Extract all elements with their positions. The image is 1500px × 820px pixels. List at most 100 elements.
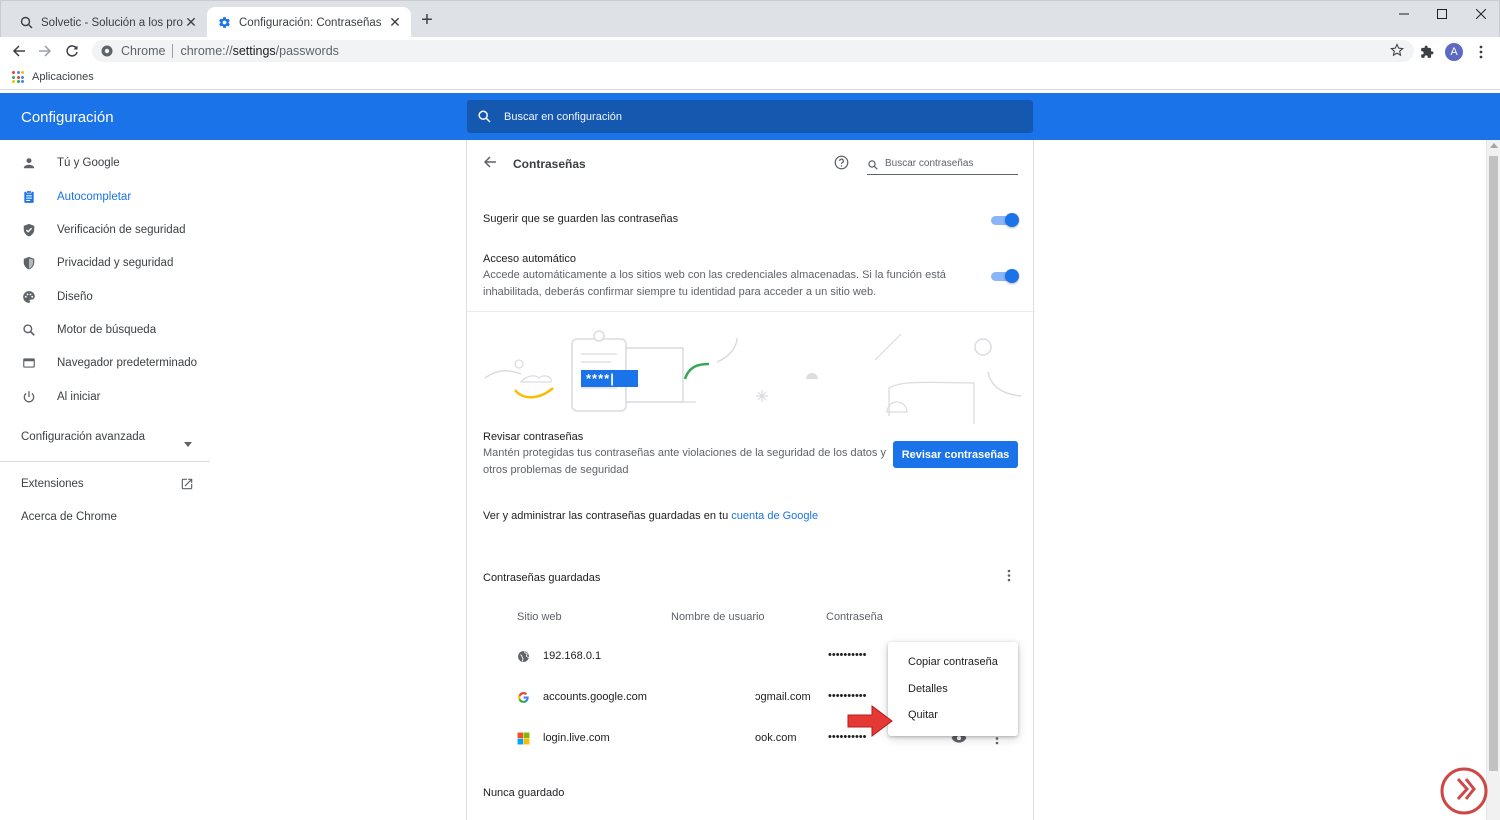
chip-separator — [172, 44, 174, 58]
page-title: Configuración — [21, 109, 114, 126]
bookmarks-bar: Aplicaciones — [0, 65, 1500, 90]
globe-icon — [517, 650, 530, 663]
account-line-text: Ver y administrar las contraseñas guarda… — [483, 510, 732, 522]
gear-icon — [217, 16, 231, 30]
check-description: Mantén protegidas tus contraseñas ante v… — [483, 447, 886, 476]
offer-save-toggle[interactable] — [991, 213, 1019, 227]
row-user: ook.com — [755, 732, 797, 744]
never-saved-title: Nunca guardado — [483, 787, 565, 799]
sidebar-item-label: Al iniciar — [57, 390, 101, 403]
open-in-new-icon[interactable] — [180, 477, 194, 494]
sidebar-extensions-label: Extensiones — [21, 478, 84, 490]
site-chip: Chrome — [121, 44, 166, 58]
saved-passwords-title: Contraseñas guardadas — [483, 572, 601, 584]
reload-icon[interactable] — [63, 42, 81, 60]
search-icon — [478, 109, 492, 124]
tab-settings-passwords[interactable]: Configuración: Contraseñas ✕ — [207, 7, 411, 38]
back-arrow-icon[interactable] — [483, 155, 499, 171]
extensions-puzzle-icon[interactable] — [1418, 43, 1436, 61]
help-icon[interactable] — [834, 155, 850, 171]
more-vert-icon[interactable] — [1472, 43, 1490, 61]
sidebar-item-safety-check[interactable]: Verificación de seguridad — [0, 213, 210, 246]
check-title: Revisar contraseñas — [483, 431, 584, 443]
column-header-site: Sitio web — [517, 611, 562, 623]
settings-search-input[interactable]: Buscar en configuración — [467, 100, 1033, 133]
shield-check-icon — [20, 221, 38, 239]
close-tab-icon[interactable]: ✕ — [183, 14, 199, 31]
sidebar-item-search-engine[interactable]: Motor de búsqueda — [0, 313, 210, 346]
sidebar-item-default-browser[interactable]: Navegador predeterminado — [0, 346, 210, 379]
row-site: login.live.com — [543, 732, 610, 744]
menu-item-remove[interactable]: Quitar — [888, 702, 1018, 728]
tab-solvetic[interactable]: Solvetic - Solución a los problem ✕ — [9, 7, 207, 38]
person-icon — [20, 154, 38, 172]
search-icon — [868, 158, 879, 170]
sidebar-item-privacy[interactable]: Privacidad y seguridad — [0, 246, 210, 279]
column-header-password: Contraseña — [826, 611, 883, 623]
browser-icon — [20, 354, 38, 372]
toggle-knob — [1005, 213, 1019, 227]
profile-avatar[interactable]: A — [1445, 43, 1463, 61]
sidebar-item-you-and-google[interactable]: Tú y Google — [0, 146, 210, 179]
palette-icon — [20, 288, 38, 306]
search-icon — [20, 321, 38, 339]
auto-signin-label: Acceso automático — [483, 253, 576, 265]
sidebar-item-label: Diseño — [57, 290, 93, 303]
section-title: Contraseñas — [513, 157, 586, 171]
password-context-menu: Copiar contraseña Detalles Quitar — [888, 642, 1018, 736]
sidebar-item-label: Navegador predeterminado — [57, 356, 198, 369]
toggle-knob — [1005, 269, 1019, 283]
close-window-icon[interactable] — [1467, 5, 1495, 23]
saved-more-vert-icon[interactable] — [1002, 568, 1016, 582]
divider — [467, 311, 1035, 312]
page-scrollbar[interactable] — [1486, 140, 1500, 820]
forward-icon[interactable] — [36, 42, 54, 60]
sidebar-extensions[interactable]: Extensiones — [21, 478, 84, 490]
apps-bookmark[interactable]: Aplicaciones — [12, 71, 94, 83]
apps-grid-icon — [12, 71, 24, 83]
scroll-up-arrow-icon[interactable] — [1490, 143, 1498, 148]
google-account-link[interactable]: cuenta de Google — [731, 510, 818, 522]
sidebar-item-on-startup[interactable]: Al iniciar — [0, 380, 210, 413]
chrome-site-icon — [101, 45, 113, 57]
red-arrow-annotation — [847, 705, 893, 737]
account-line: Ver y administrar las contraseñas guarda… — [483, 510, 818, 522]
apps-label: Aplicaciones — [32, 71, 94, 83]
settings-header: Configuración Buscar en configuración — [0, 93, 1500, 140]
shield-icon — [20, 254, 38, 272]
assignment-icon — [20, 188, 38, 206]
sidebar-item-autofill[interactable]: Autocompletar — [0, 180, 210, 213]
bookmark-star-icon[interactable] — [1390, 43, 1406, 59]
sidebar-item-label: Motor de búsqueda — [57, 323, 157, 336]
power-icon — [20, 388, 38, 406]
sidebar-item-label: Autocompletar — [57, 190, 132, 203]
tab-strip: Solvetic - Solución a los problem ✕ Conf… — [0, 0, 1500, 38]
sidebar-item-label: Verificación de seguridad — [57, 223, 186, 236]
column-header-user: Nombre de usuario — [671, 611, 765, 623]
back-icon[interactable] — [10, 42, 28, 60]
close-tab-icon[interactable]: ✕ — [387, 14, 403, 31]
password-check-illustration: ****| — [484, 330, 1021, 424]
solvetic-logo-watermark — [1440, 767, 1488, 815]
check-passwords-button[interactable]: Revisar contraseñas — [893, 441, 1018, 468]
new-tab-button[interactable]: + — [418, 10, 436, 30]
card-header: Contraseñas Buscar contraseñas — [467, 140, 1035, 187]
maximize-icon[interactable] — [1428, 5, 1456, 23]
address-bar[interactable]: Chrome chrome://settings/passwords — [92, 40, 1414, 62]
url-scheme: chrome:// — [180, 44, 233, 58]
sidebar-advanced[interactable]: Configuración avanzada — [21, 431, 145, 443]
sidebar-item-label: Tú y Google — [57, 156, 120, 169]
minimize-icon[interactable] — [1390, 5, 1418, 23]
scroll-thumb[interactable] — [1489, 156, 1498, 771]
sidebar-about-chrome[interactable]: Acerca de Chrome — [21, 511, 117, 523]
caret-down-icon[interactable] — [184, 435, 192, 450]
row-password: •••••••••• — [828, 649, 867, 661]
menu-item-copy-password[interactable]: Copiar contraseña — [888, 649, 1018, 675]
auto-signin-toggle[interactable] — [991, 269, 1019, 283]
tab-title: Solvetic - Solución a los problem — [41, 16, 183, 29]
sidebar-advanced-label: Configuración avanzada — [21, 431, 146, 443]
menu-item-details[interactable]: Detalles — [888, 676, 1018, 702]
sidebar-item-appearance[interactable]: Diseño — [0, 280, 210, 313]
search-placeholder: Buscar en configuración — [504, 110, 623, 123]
password-search-input[interactable]: Buscar contraseñas — [867, 153, 1018, 175]
